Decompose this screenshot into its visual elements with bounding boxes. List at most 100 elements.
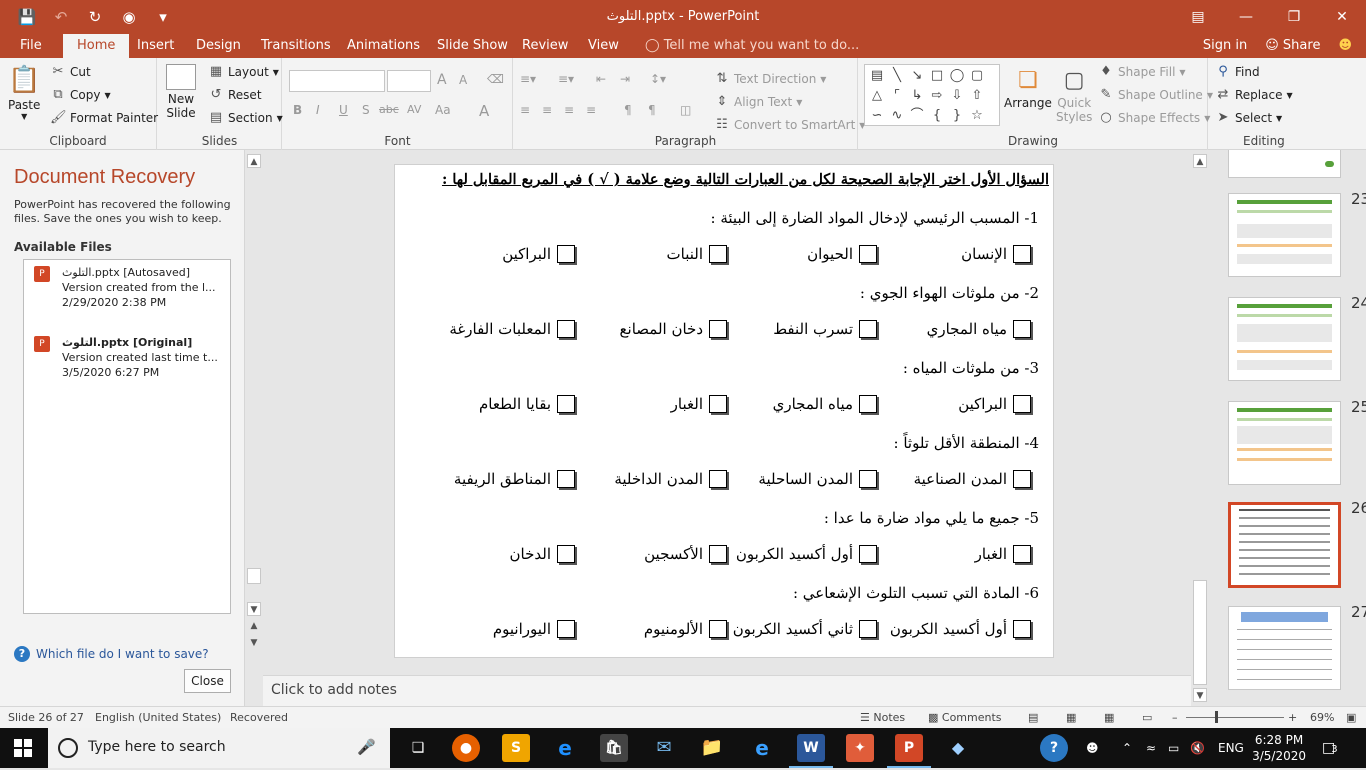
oval-shape-icon[interactable]: ◯ <box>947 66 967 86</box>
bullets-icon[interactable]: ≡▾ <box>520 72 536 86</box>
rtl-icon[interactable]: ¶ <box>648 103 656 117</box>
answer-option[interactable]: المدن الداخلية <box>614 470 727 488</box>
mail-icon[interactable]: ✉ <box>650 734 678 762</box>
minimize-button[interactable]: — <box>1222 0 1270 34</box>
font-name-dropdown[interactable] <box>289 70 385 92</box>
checkbox-icon[interactable] <box>859 620 877 638</box>
system-clock[interactable]: 6:28 PM 3/5/2020 <box>1252 732 1306 764</box>
answer-option[interactable]: ثاني أكسيد الكربون <box>733 620 877 638</box>
slide-thumbnail[interactable]: 25 <box>1228 398 1366 485</box>
reading-view-icon[interactable]: ▦ <box>1104 711 1114 724</box>
checkbox-icon[interactable] <box>1013 620 1031 638</box>
grow-font-button[interactable]: A <box>437 72 447 88</box>
notification-center-icon[interactable]: □3 <box>1322 728 1338 770</box>
zoom-slider-thumb[interactable] <box>1215 711 1218 723</box>
sign-in-link[interactable]: Sign in <box>1203 34 1247 58</box>
shapes-gallery[interactable]: ▤ ╲ ↘ □ ◯ ▢ △ ⌜ ↳ ⇨ ⇩ ⇧ ∽ ∿ ⌒{} ☆ <box>864 64 1000 126</box>
justify-icon[interactable]: ≡ <box>586 103 596 117</box>
shape-fill-button[interactable]: ♦ Shape Fill ▼ <box>1098 65 1185 80</box>
slide-thumbnail[interactable]: 23 <box>1228 190 1366 277</box>
columns-icon[interactable]: ◫ <box>680 103 691 117</box>
tab-animations[interactable]: Animations <box>347 34 420 58</box>
curve-shape-icon[interactable]: ∽ <box>867 106 887 126</box>
new-slide-button[interactable]: New Slide <box>166 64 196 120</box>
answer-option[interactable]: الغبار <box>671 395 727 413</box>
network-icon[interactable]: ≈ <box>1146 728 1156 768</box>
checkbox-icon[interactable] <box>1013 395 1031 413</box>
shrink-font-button[interactable]: A <box>459 73 467 87</box>
font-color-button[interactable]: A <box>479 102 489 120</box>
tab-slideshow[interactable]: Slide Show <box>437 34 508 58</box>
up-arrow-shape-icon[interactable]: ⇧ <box>967 86 987 106</box>
reset-button[interactable]: ↺ Reset <box>208 88 262 103</box>
char-spacing-button[interactable]: AV <box>407 103 421 116</box>
checkbox-icon[interactable] <box>1013 470 1031 488</box>
answer-option[interactable]: الحيوان <box>807 245 877 263</box>
checkbox-icon[interactable] <box>709 320 727 338</box>
store-icon[interactable]: 🛍 <box>600 734 628 762</box>
increase-indent-icon[interactable]: ⇥ <box>620 72 630 86</box>
firefox-icon[interactable]: ● <box>452 734 480 762</box>
answer-option[interactable]: أول أكسيد الكربون <box>736 545 877 563</box>
tab-design[interactable]: Design <box>196 34 241 58</box>
zoom-level[interactable]: 69% <box>1310 711 1334 724</box>
zoom-slider[interactable] <box>1186 717 1284 718</box>
question-text[interactable]: 3- من ملوثات المياه : <box>903 359 1039 377</box>
cut-button[interactable]: ✂ Cut <box>50 65 91 80</box>
current-slide[interactable]: السؤال الأول اختر الإجابة الصحيحة لكل من… <box>394 164 1054 658</box>
show-hidden-icons[interactable]: ⌃ <box>1122 728 1132 768</box>
taskbar-search-box[interactable]: Type here to search 🎤 <box>48 728 390 768</box>
shadow-button[interactable]: S <box>362 103 370 117</box>
fit-to-window-icon[interactable]: ▣ <box>1346 711 1356 724</box>
checkbox-icon[interactable] <box>859 470 877 488</box>
textbox-shape-icon[interactable]: ▤ <box>867 66 887 86</box>
align-left-icon[interactable]: ≡ <box>520 103 530 117</box>
tab-insert[interactable]: Insert <box>137 34 174 58</box>
checkbox-icon[interactable] <box>1013 245 1031 263</box>
task-view-icon[interactable]: ❏ <box>404 734 432 762</box>
brace-right-shape-icon[interactable]: } <box>947 106 967 126</box>
thumb-scroll-up-icon[interactable]: ▲ <box>1193 154 1207 168</box>
line-shape-icon[interactable]: ╲ <box>887 66 907 86</box>
answer-option[interactable]: مياه المجاري <box>927 320 1031 338</box>
shape-outline-button[interactable]: ✎ Shape Outline ▼ <box>1098 88 1213 103</box>
answer-option[interactable]: بقايا الطعام <box>479 395 575 413</box>
align-text-button[interactable]: ⇕ Align Text ▼ <box>714 95 803 110</box>
app-icon[interactable]: ✦ <box>846 734 874 762</box>
answer-option[interactable]: اليورانيوم <box>493 620 575 638</box>
answer-option[interactable]: المدن الصناعية <box>914 470 1031 488</box>
checkbox-icon[interactable] <box>709 470 727 488</box>
answer-option[interactable]: المدن الساحلية <box>758 470 877 488</box>
numbering-icon[interactable]: ≡▾ <box>558 72 574 86</box>
notes-pane[interactable]: Click to add notes <box>263 675 1193 706</box>
question-text[interactable]: 6- المادة التي تسبب التلوث الإشعاعي : <box>793 584 1039 602</box>
rectangle-shape-icon[interactable]: □ <box>927 66 947 86</box>
freeform-shape-icon[interactable]: ∿ <box>887 106 907 126</box>
answer-option[interactable]: الإنسان <box>961 245 1031 263</box>
arrow-line-shape-icon[interactable]: ↘ <box>907 66 927 86</box>
answer-option[interactable]: دخان المصانع <box>620 320 727 338</box>
triangle-shape-icon[interactable]: △ <box>867 86 887 106</box>
close-recovery-button[interactable]: Close <box>184 669 231 693</box>
shape-effects-button[interactable]: ○ Shape Effects ▼ <box>1098 111 1210 126</box>
word-icon[interactable]: W <box>789 734 833 768</box>
question-text[interactable]: 5- جميع ما يلي مواد ضارة ما عدا : <box>824 509 1039 527</box>
section-button[interactable]: ▤ Section ▼ <box>208 111 283 126</box>
checkbox-icon[interactable] <box>709 545 727 563</box>
checkbox-icon[interactable] <box>709 245 727 263</box>
scroll-up-icon[interactable]: ▲ <box>247 154 261 168</box>
answer-option[interactable]: المناطق الريفية <box>454 470 575 488</box>
tab-review[interactable]: Review <box>522 34 568 58</box>
find-button[interactable]: ⚲ Find <box>1215 65 1259 80</box>
volume-muted-icon[interactable]: 🔇 <box>1190 728 1205 768</box>
strikethrough-button[interactable]: abc <box>379 103 399 116</box>
answer-option[interactable]: مياه المجاري <box>773 395 877 413</box>
scroll-thumb[interactable] <box>247 568 261 584</box>
right-arrow-shape-icon[interactable]: ⇨ <box>927 86 947 106</box>
checkbox-icon[interactable] <box>859 545 877 563</box>
answer-option[interactable]: النبات <box>667 245 727 263</box>
question-text[interactable]: 4- المنطقة الأقل تلوثاً : <box>894 434 1040 452</box>
answer-option[interactable]: تسرب النفط <box>773 320 877 338</box>
share-button[interactable]: ☺ Share <box>1265 34 1320 58</box>
quick-styles-button[interactable]: ▢ Quick Styles <box>1056 66 1092 124</box>
